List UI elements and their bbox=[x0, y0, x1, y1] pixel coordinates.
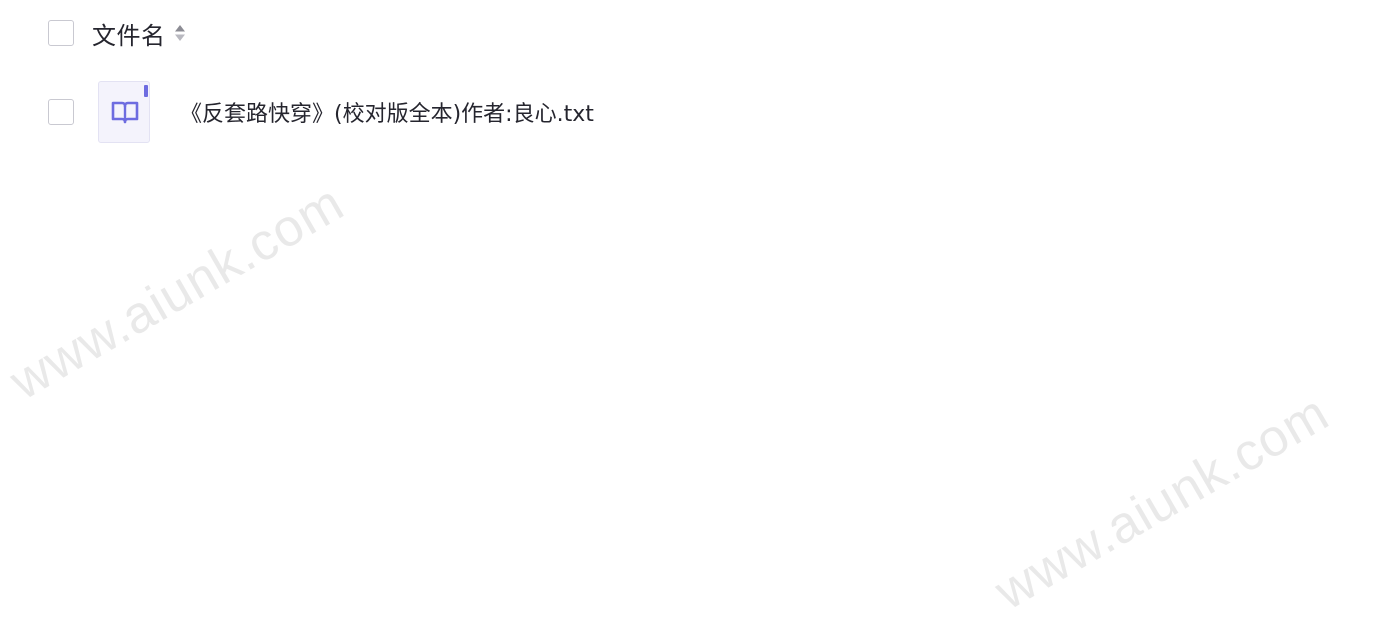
select-all-checkbox[interactable] bbox=[48, 20, 74, 46]
filename-column-header[interactable]: 文件名 bbox=[92, 16, 166, 51]
file-name[interactable]: 《反套路快穿》(校对版全本)作者:良心.txt bbox=[180, 96, 594, 128]
book-icon bbox=[98, 81, 150, 143]
file-list-header: 文件名 bbox=[48, 14, 186, 52]
watermark: www.aiunk.com bbox=[0, 173, 354, 412]
book-glyph bbox=[111, 101, 139, 124]
file-row-checkbox[interactable] bbox=[48, 99, 74, 125]
file-row[interactable]: 《反套路快穿》(校对版全本)作者:良心.txt bbox=[48, 80, 594, 144]
watermark: www.aiunk.com bbox=[985, 383, 1339, 622]
sort-icon[interactable] bbox=[174, 21, 186, 45]
file-icon-fold bbox=[144, 85, 148, 97]
